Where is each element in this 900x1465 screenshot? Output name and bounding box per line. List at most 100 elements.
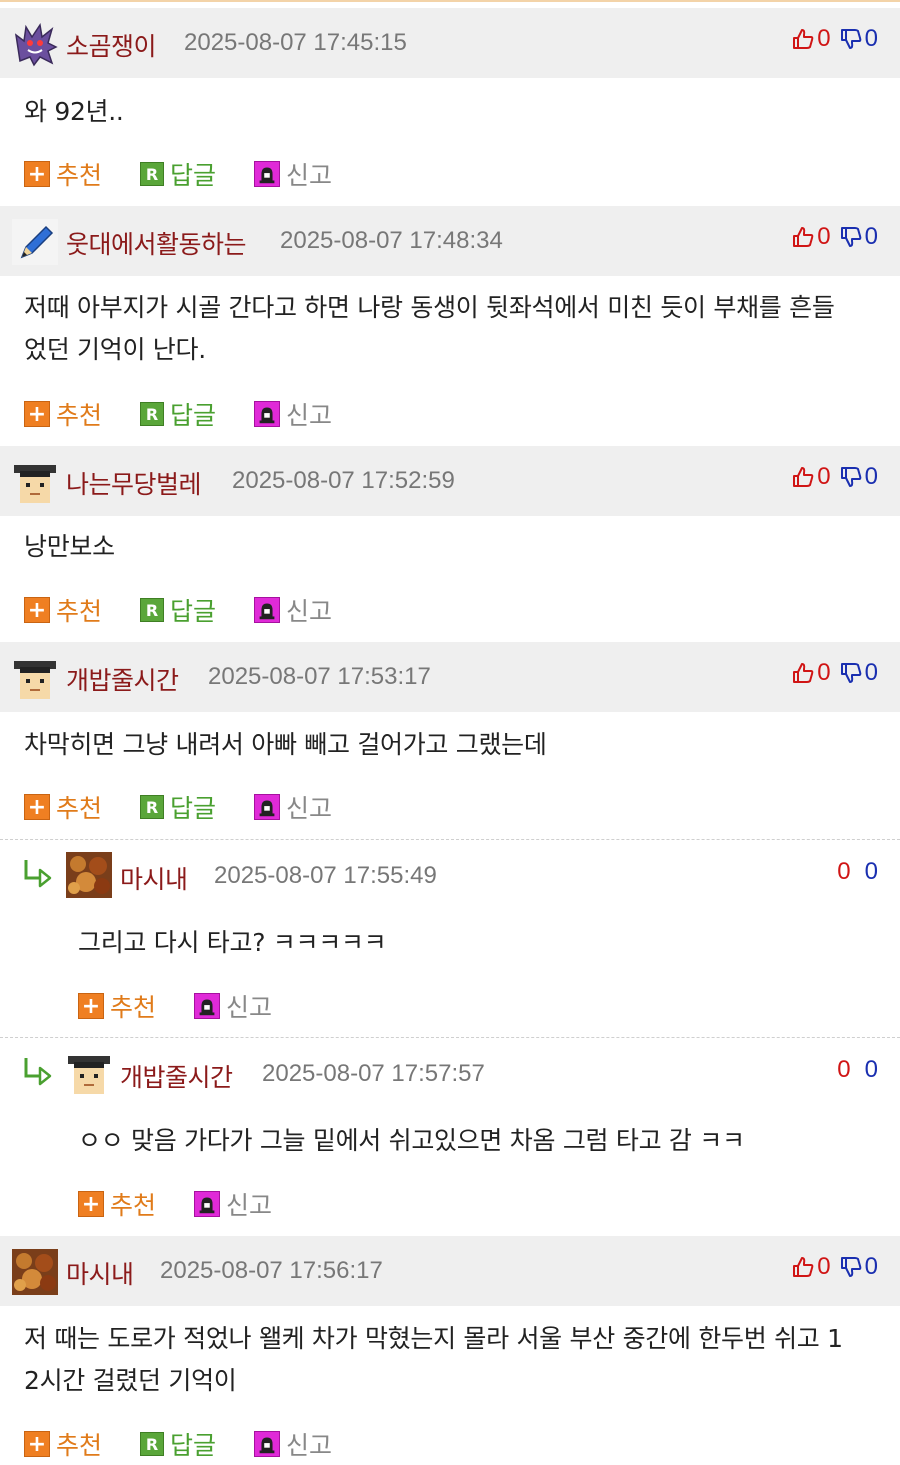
graduate-avatar <box>14 661 56 699</box>
report-button[interactable]: 신고 <box>194 988 272 1024</box>
reply-label: 답글 <box>170 1431 217 1460</box>
nickname[interactable]: 소곰쟁이 <box>66 27 157 63</box>
divider <box>0 1037 900 1038</box>
thumbs-down-icon[interactable] <box>839 225 863 249</box>
recommend-label: 추천 <box>56 597 103 626</box>
downvote-count: 0 <box>864 25 878 52</box>
alarm-icon <box>194 993 221 1019</box>
reply-body: ㅇㅇ 맞음 가다가 그늘 밑에서 쉬고있으면 차옴 그럼 타고 감 ㅋㅋ <box>78 1126 745 1155</box>
comment-line: 었던 기억이 난다. <box>24 335 206 364</box>
upvote-count[interactable]: 0 <box>837 858 850 886</box>
recommend-button[interactable]: + 추천 <box>24 789 102 825</box>
thumbs-down-icon[interactable] <box>839 661 863 685</box>
reply-label: 답글 <box>170 597 217 626</box>
downvote-count: 0 <box>864 463 878 490</box>
report-label: 신고 <box>286 401 333 430</box>
upvote-count: 0 <box>817 1253 831 1280</box>
report-label: 신고 <box>226 993 273 1022</box>
report-button[interactable]: 신고 <box>254 592 332 628</box>
report-label: 신고 <box>286 597 333 626</box>
comment-actions: + 추천 R 답글 신고 <box>24 789 370 825</box>
recommend-label: 추천 <box>56 161 103 190</box>
thumbs-down-icon[interactable] <box>839 27 863 51</box>
downvote-count: 0 <box>864 1253 878 1280</box>
downvote-count[interactable]: 0 <box>865 1056 878 1084</box>
timestamp: 2025-08-07 17:53:17 <box>208 663 431 690</box>
upvote-count[interactable]: 0 <box>837 1056 850 1084</box>
vote-area: 0 0 <box>837 1056 878 1084</box>
report-label: 신고 <box>286 794 333 823</box>
thumbs-up-icon[interactable] <box>791 225 815 249</box>
nickname[interactable]: 웃대에서활동하는 <box>66 225 247 261</box>
comment-line: 낭만보소 <box>24 532 115 561</box>
nickname[interactable]: 마시내 <box>120 860 188 896</box>
alarm-icon <box>254 597 281 623</box>
reply-actions: + 추천 신고 <box>78 1186 310 1222</box>
recommend-label: 추천 <box>56 794 103 823</box>
recommend-button[interactable]: + 추천 <box>78 1186 156 1222</box>
timestamp: 2025-08-07 17:48:34 <box>280 227 503 254</box>
report-button[interactable]: 신고 <box>254 156 332 192</box>
comment-body: 낭만보소 <box>24 526 878 568</box>
reply-label: 답글 <box>170 401 217 430</box>
thumbs-up-icon[interactable] <box>791 661 815 685</box>
report-label: 신고 <box>286 1431 333 1460</box>
food-avatar <box>12 1249 58 1295</box>
comment-header: 웃대에서활동하는 2025-08-07 17:48:34 0 0 <box>0 206 900 276</box>
downvote-count[interactable]: 0 <box>865 858 878 886</box>
recommend-button[interactable]: + 추천 <box>78 988 156 1024</box>
nickname[interactable]: 마시내 <box>66 1255 134 1291</box>
report-button[interactable]: 신고 <box>254 396 332 432</box>
reply-button[interactable]: R 답글 <box>140 592 216 628</box>
comment-line: 차막히면 그냥 내려서 아빠 빼고 걸어가고 그랬는데 <box>24 730 547 759</box>
thumbs-up-icon[interactable] <box>791 1255 815 1279</box>
comment-header: 마시내 2025-08-07 17:56:17 0 0 <box>0 1236 900 1306</box>
graduate-avatar <box>68 1056 110 1094</box>
reply-button[interactable]: R 답글 <box>140 789 216 825</box>
reply-button[interactable]: R 답글 <box>140 396 216 432</box>
timestamp: 2025-08-07 17:57:57 <box>262 1060 485 1087</box>
thumbs-down-icon[interactable] <box>839 465 863 489</box>
plus-icon: + <box>24 1431 50 1457</box>
vote-area: 0 0 <box>837 858 878 886</box>
reply-body: 그리고 다시 타고? ㅋㅋㅋㅋㅋ <box>78 928 387 957</box>
reply-button[interactable]: R 답글 <box>140 156 216 192</box>
comment-body: 저때 아부지가 시골 간다고 하면 나랑 동생이 뒷좌석에서 미친 듯이 부채를… <box>24 287 878 371</box>
nickname[interactable]: 나는무당벌레 <box>66 465 202 501</box>
timestamp: 2025-08-07 17:56:17 <box>160 1257 383 1284</box>
divider <box>0 839 900 840</box>
report-button[interactable]: 신고 <box>194 1186 272 1222</box>
reply-icon: R <box>140 598 165 622</box>
thumbs-up-icon[interactable] <box>791 465 815 489</box>
reply-actions: + 추천 신고 <box>78 988 310 1024</box>
food-avatar <box>66 852 112 898</box>
comment-header: 개밥줄시간 2025-08-07 17:53:17 0 0 <box>0 642 900 712</box>
vote-area: 0 0 <box>791 463 878 491</box>
reply-button[interactable]: R 답글 <box>140 1426 216 1462</box>
recommend-label: 추천 <box>110 993 157 1022</box>
report-button[interactable]: 신고 <box>254 789 332 825</box>
pencil-avatar <box>12 219 58 265</box>
vote-area: 0 0 <box>791 659 878 687</box>
thumbs-down-icon[interactable] <box>839 1255 863 1279</box>
vote-area: 0 0 <box>791 1253 878 1281</box>
nickname[interactable]: 개밥줄시간 <box>66 661 179 697</box>
reply-icon: R <box>140 162 165 186</box>
upvote-count: 0 <box>817 463 831 490</box>
vote-area: 0 0 <box>791 25 878 53</box>
recommend-button[interactable]: + 추천 <box>24 592 102 628</box>
recommend-button[interactable]: + 추천 <box>24 156 102 192</box>
recommend-button[interactable]: + 추천 <box>24 1426 102 1462</box>
comment-body: 와 92년.. <box>24 91 878 133</box>
recommend-button[interactable]: + 추천 <box>24 396 102 432</box>
reply-icon: R <box>140 1432 165 1456</box>
recommend-label: 추천 <box>56 401 103 430</box>
downvote-count: 0 <box>864 659 878 686</box>
plus-icon: + <box>24 401 50 427</box>
nickname[interactable]: 개밥줄시간 <box>120 1058 233 1094</box>
alarm-icon <box>194 1191 221 1217</box>
timestamp: 2025-08-07 17:52:59 <box>232 467 455 494</box>
comment-actions: + 추천 R 답글 신고 <box>24 1426 370 1462</box>
thumbs-up-icon[interactable] <box>791 27 815 51</box>
report-button[interactable]: 신고 <box>254 1426 332 1462</box>
